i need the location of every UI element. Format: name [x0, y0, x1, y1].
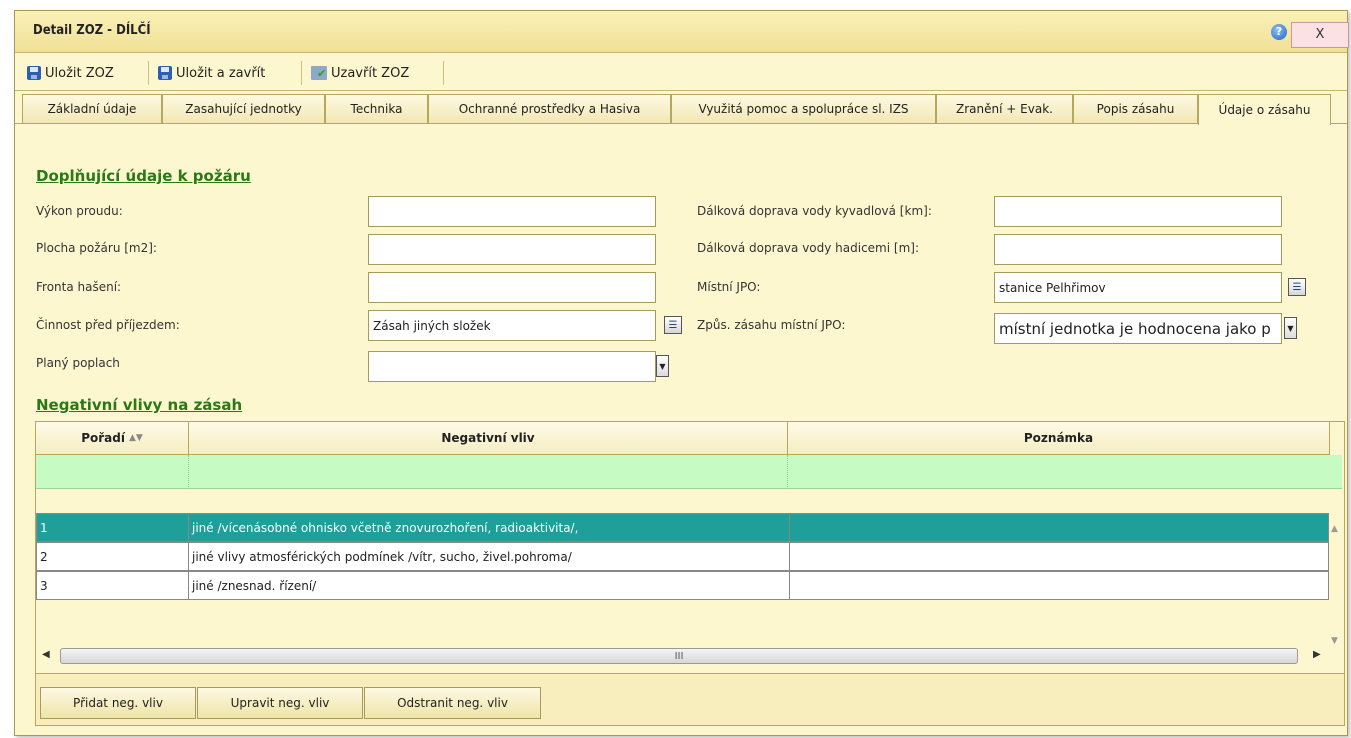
tab-popis-zasahu[interactable]: Popis zásahu — [1073, 94, 1198, 123]
column-header-poradi[interactable]: Pořadí ▲▼ — [36, 422, 189, 455]
vykon-proudu-input[interactable] — [368, 196, 656, 227]
tab-zraneni-evak[interactable]: Zranění + Evak. — [936, 94, 1073, 123]
plocha-pozaru-input[interactable] — [368, 234, 656, 265]
cinnost-input[interactable]: Zásah jiných složek — [368, 310, 656, 341]
tab-vyuzita-pomoc[interactable]: Využitá pomoc a spolupráce sl. IZS — [671, 94, 936, 123]
cell-negativni-vliv: jiné /znesnad. řízení/ — [189, 572, 790, 599]
filter-cell[interactable] — [189, 455, 788, 489]
chevron-down-icon[interactable]: ▼ — [656, 355, 669, 377]
cell-poznamka — [790, 514, 1328, 541]
cell-poradi: 2 — [37, 543, 189, 570]
fronta-haseni-label: Fronta hašení: — [36, 280, 122, 294]
scroll-right-icon[interactable]: ▶ — [1313, 649, 1321, 660]
plany-poplach-select[interactable] — [368, 351, 656, 382]
column-header-poznamka[interactable]: Poznámka — [788, 422, 1330, 455]
tab-zasahujici-jednotky[interactable]: Zasahující jednotky — [162, 94, 325, 123]
mistni-jpo-label: Místní JPO: — [697, 280, 761, 294]
close-zoz-label: Uzavřít ZOZ — [331, 65, 410, 81]
floppy-icon — [158, 66, 172, 80]
plany-poplach-label: Planý poplach — [36, 356, 120, 370]
list-picker-icon[interactable]: ☰ — [1288, 278, 1306, 296]
plocha-pozaru-label: Plocha požáru [m2]: — [36, 241, 157, 255]
scroll-thumb[interactable]: III — [60, 648, 1298, 664]
section-title-pozar: Doplňující údaje k požáru — [36, 167, 251, 185]
help-icon[interactable]: ? — [1271, 24, 1287, 40]
save-zoz-label: Uložit ZOZ — [45, 65, 114, 81]
scroll-up-icon[interactable]: ▲ — [1331, 524, 1338, 534]
detail-window: Detail ZOZ - DÍLČÍ ? X Uložit ZOZ Uložit… — [14, 10, 1349, 736]
zpus-zasahu-select[interactable]: místní jednotka je hodnocena jako p — [994, 313, 1282, 344]
dalkova-kyvadlova-input[interactable] — [994, 196, 1282, 227]
filter-row[interactable] — [36, 455, 1342, 489]
floppy-icon — [27, 66, 41, 80]
cell-negativni-vliv: jiné vlivy atmosférických podmínek /vítr… — [189, 543, 790, 570]
add-negative-influence-button[interactable]: Přidat neg. vliv — [40, 687, 196, 719]
cinnost-value: Zásah jiných složek — [373, 318, 491, 333]
title-bar: Detail ZOZ - DÍLČÍ ? X — [15, 11, 1349, 53]
cell-poradi: 3 — [37, 572, 189, 599]
column-header-poradi-label: Pořadí — [81, 431, 125, 445]
window-title: Detail ZOZ - DÍLČÍ — [33, 23, 151, 38]
cell-poznamka — [790, 543, 1328, 570]
scroll-left-icon[interactable]: ◀ — [42, 649, 50, 660]
dalkova-hadicemi-label: Dálková doprava vody hadicemi [m]: — [697, 241, 919, 255]
cell-poradi: 1 — [37, 514, 189, 541]
toolbar: Uložit ZOZ Uložit a zavřít Uzavřít ZOZ — [15, 53, 1347, 91]
horizontal-scrollbar[interactable]: ◀ III ▶ — [36, 647, 1328, 665]
vykon-proudu-label: Výkon proudu: — [36, 204, 123, 218]
save-zoz-button[interactable]: Uložit ZOZ — [27, 62, 114, 84]
tab-bar: Základní údaje Zasahující jednotky Techn… — [15, 92, 1347, 125]
sort-icon: ▲▼ — [128, 433, 143, 443]
tab-ochranne-prostredky[interactable]: Ochranné prostředky a Hasiva — [428, 94, 671, 123]
filter-cell[interactable] — [788, 455, 1342, 489]
cell-negativni-vliv: jiné /vícenásobné ohnisko včetně znovuro… — [189, 514, 790, 541]
table-row[interactable]: 3 jiné /znesnad. řízení/ — [36, 571, 1329, 600]
dalkova-kyvadlova-label: Dálková doprava vody kyvadlová [km]: — [697, 204, 932, 218]
cell-poznamka — [790, 572, 1328, 599]
cinnost-label: Činnost před příjezdem: — [36, 318, 180, 332]
fronta-haseni-input[interactable] — [368, 272, 656, 303]
filter-cell[interactable] — [36, 455, 189, 489]
chevron-down-icon[interactable]: ▼ — [1284, 317, 1297, 339]
vertical-scrollbar[interactable]: ▲ ▼ — [1330, 524, 1344, 654]
mistni-jpo-value: stanice Pelhřimov — [999, 280, 1106, 295]
toolbar-separator — [443, 61, 444, 85]
remove-negative-influence-button[interactable]: Odstranit neg. vliv — [364, 687, 541, 719]
save-close-button[interactable]: Uložit a zavřít — [158, 62, 265, 84]
zpus-zasahu-label: Způs. zásahu místní JPO: — [697, 318, 846, 332]
scroll-thumb-grip: III — [674, 650, 684, 662]
zpus-zasahu-value: místní jednotka je hodnocena jako p — [999, 319, 1271, 338]
close-zoz-button[interactable]: Uzavřít ZOZ — [311, 62, 409, 84]
edit-negative-influence-button[interactable]: Upravit neg. vliv — [197, 687, 363, 719]
table-row[interactable]: 2 jiné vlivy atmosférických podmínek /ví… — [36, 542, 1329, 571]
close-document-icon — [311, 66, 327, 80]
list-picker-icon[interactable]: ☰ — [664, 316, 682, 334]
mistni-jpo-input[interactable]: stanice Pelhřimov — [994, 272, 1282, 303]
column-header-negativni-vliv[interactable]: Negativní vliv — [189, 422, 788, 455]
scroll-down-icon[interactable]: ▼ — [1331, 636, 1338, 646]
negative-influences-grid: Pořadí ▲▼ Negativní vliv Poznámka 1 jiné… — [35, 421, 1345, 674]
tab-zakladni-udaje[interactable]: Základní údaje — [22, 94, 162, 123]
tab-udaje-o-zasahu[interactable]: Údaje o zásahu — [1198, 94, 1331, 125]
tab-technika[interactable]: Technika — [325, 94, 428, 123]
toolbar-separator — [301, 61, 302, 85]
save-close-label: Uložit a zavřít — [176, 65, 266, 81]
toolbar-separator — [148, 61, 149, 85]
close-button[interactable]: X — [1291, 22, 1349, 48]
table-row[interactable]: 1 jiné /vícenásobné ohnisko včetně znovu… — [36, 513, 1329, 542]
section-title-negativni: Negativní vlivy na zásah — [36, 396, 243, 414]
dalkova-hadicemi-input[interactable] — [994, 234, 1282, 265]
background-edge — [0, 0, 14, 738]
